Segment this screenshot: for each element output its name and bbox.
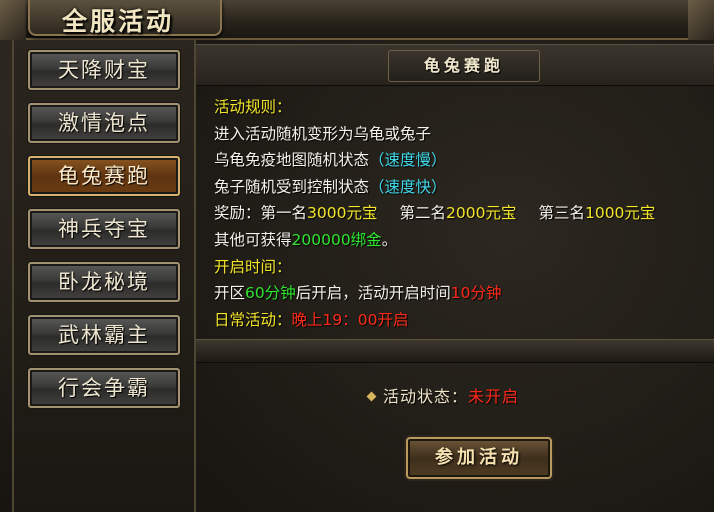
rules-heading: 活动规则： — [214, 98, 292, 116]
activity-sidebar: 天降财宝 激情泡点 龟兔赛跑 神兵夺宝 卧龙秘境 武林霸主 行会争霸 — [12, 40, 196, 512]
other-reward-line: 其他可获得200000绑金。 — [214, 230, 398, 249]
sidebar-item-treasure-drop[interactable]: 天降财宝 — [28, 50, 180, 90]
title-bar: 全服活动 — [0, 0, 714, 40]
frame-corner-right — [688, 0, 714, 40]
diamond-icon — [366, 391, 377, 402]
rules-line-1: 进入活动随机变形为乌龟或兔子 — [214, 124, 432, 143]
sidebar-item-tortoise-hare-race[interactable]: 龟兔赛跑 — [28, 156, 180, 196]
window-title: 全服活动 — [62, 7, 175, 36]
open-time-heading: 开启时间： — [214, 257, 292, 276]
panel-title: 龟兔赛跑 — [423, 56, 504, 75]
activity-window: 全服活动 天降财宝 激情泡点 龟兔赛跑 神兵夺宝 卧龙秘境 武林霸主 行会争霸 … — [0, 0, 714, 512]
sidebar-item-passion-bubble[interactable]: 激情泡点 — [28, 103, 180, 143]
daily-activity-line: 日常活动：晚上19：00开启 — [214, 310, 409, 329]
panel-title-plate: 龟兔赛跑 — [388, 50, 540, 82]
rules-line-2: 乌龟免疫地图随机状态（速度慢） — [214, 151, 447, 170]
sidebar-item-guild-war[interactable]: 行会争霸 — [28, 368, 180, 408]
rules-line-3: 兔子随机受到控制状态（速度快） — [214, 177, 447, 196]
sidebar-item-divine-weapon[interactable]: 神兵夺宝 — [28, 209, 180, 249]
activity-detail-panel: 龟兔赛跑 活动规则： 进入活动随机变形为乌龟或兔子 乌龟免疫地图随机状态（速度慢… — [196, 40, 714, 512]
reward-line: 奖励：第一名3000元宝 第二名2000元宝 第三名1000元宝 — [214, 204, 656, 223]
section-divider — [196, 339, 714, 363]
activity-status: 活动状态：未开启 — [366, 383, 520, 407]
open-time-line: 开区60分钟后开启，活动开启时间10分钟 — [214, 284, 502, 303]
join-activity-button[interactable]: 参加活动 — [406, 437, 552, 479]
sidebar-item-dragon-realm[interactable]: 卧龙秘境 — [28, 262, 180, 302]
sidebar-item-martial-lord[interactable]: 武林霸主 — [28, 315, 180, 355]
frame-corner-left — [0, 0, 26, 40]
status-value: 未开启 — [468, 387, 520, 406]
rules-text: 活动规则： 进入活动随机变形为乌龟或兔子 乌龟免疫地图随机状态（速度慢） 兔子随… — [214, 94, 710, 333]
